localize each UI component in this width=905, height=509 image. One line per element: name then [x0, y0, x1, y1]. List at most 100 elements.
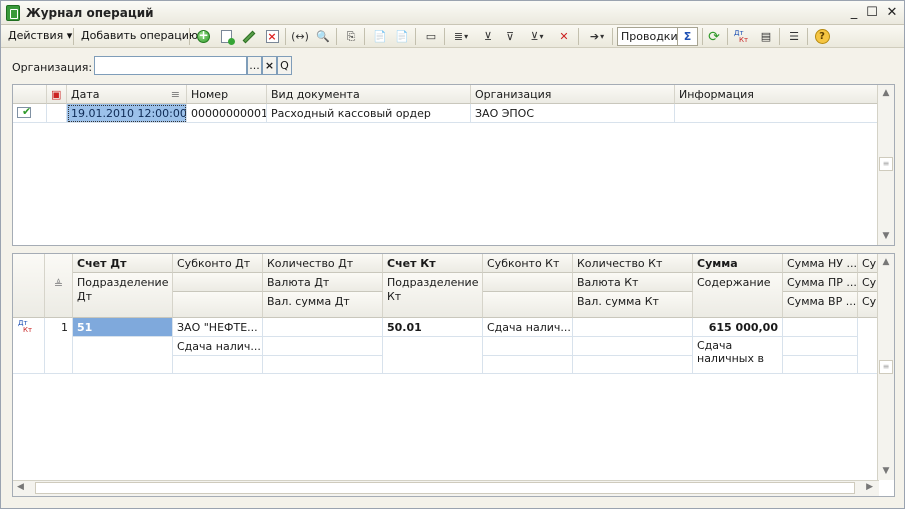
header-subconto-kt-3[interactable] [483, 292, 573, 318]
extra-cell[interactable] [858, 318, 879, 374]
column-header-organization[interactable]: Организация [471, 85, 675, 104]
subconto-kt-3-cell[interactable] [483, 356, 573, 374]
dt-division-cell[interactable] [73, 337, 173, 374]
date-cell[interactable]: 19.01.2010 12:00:00 [67, 104, 187, 123]
horizontal-scroll-thumb[interactable] [35, 482, 855, 494]
subconto-dt-2-cell[interactable]: Сдача налич... [173, 337, 263, 356]
filter-history-icon[interactable]: ⊻ [525, 28, 549, 45]
organization-input[interactable] [94, 56, 247, 75]
doc-type-cell[interactable]: Расходный кассовый ордер [267, 104, 471, 123]
header-subconto-dt-3[interactable] [173, 292, 263, 318]
clear-organization-button[interactable]: × [262, 56, 277, 75]
header-amount-nu[interactable]: Сумма НУ ... [783, 254, 858, 273]
organization-cell[interactable]: ЗАО ЭПОС [471, 104, 675, 123]
find-icon[interactable]: 🔍 [314, 28, 332, 45]
header-extra-3[interactable]: Су [858, 292, 879, 318]
column-header-doc-type[interactable]: Вид документа [267, 85, 471, 104]
dt-account-cell[interactable]: 51 [73, 318, 173, 337]
qty-dt-cell[interactable] [263, 318, 383, 337]
scroll-down-arrow[interactable]: ▼ [878, 228, 894, 245]
number-cell[interactable]: 00000000001 [187, 104, 267, 123]
help-icon[interactable]: ? [813, 28, 831, 45]
header-subconto-dt-2[interactable] [173, 273, 263, 292]
header-currency-dt[interactable]: Валюта Дт [263, 273, 383, 292]
close-button[interactable]: ✕ [883, 4, 901, 22]
posting-number-column-header[interactable]: ≜ [45, 254, 73, 318]
edit-icon[interactable] [240, 28, 258, 45]
column-header-number[interactable]: Номер [187, 85, 267, 104]
scroll-left-arrow[interactable]: ◀ [17, 482, 24, 492]
filter-value-icon[interactable]: ⊽ [501, 28, 519, 45]
report-icon[interactable]: ▤ [757, 28, 775, 45]
column-header-date[interactable]: Дата ≡ [67, 85, 187, 104]
document-post-icon[interactable]: 📄 [371, 28, 389, 45]
header-amount[interactable]: Сумма [693, 254, 783, 273]
refresh-icon[interactable]: ⟳ [705, 28, 723, 45]
header-cur-amount-kt[interactable]: Вал. сумма Кт [573, 292, 693, 318]
amount-vr-cell[interactable] [783, 356, 858, 374]
eraser-icon[interactable]: ▭ [422, 28, 440, 45]
header-subconto-kt[interactable]: Субконто Кт [483, 254, 573, 273]
journal-mark-column-header[interactable]: ▣ [47, 85, 67, 104]
header-subconto-dt[interactable]: Субконто Дт [173, 254, 263, 273]
scroll-thumb[interactable]: ≡ [879, 157, 893, 171]
scroll-thumb[interactable]: ≡ [879, 360, 893, 374]
header-qty-dt[interactable]: Количество Дт [263, 254, 383, 273]
minimize-button[interactable]: _ [845, 4, 863, 22]
go-to-icon[interactable]: ➔ [585, 28, 609, 45]
column-header-information[interactable]: Информация [675, 85, 879, 104]
header-dt-division[interactable]: Подразделение Дт [73, 273, 173, 318]
currency-kt-cell[interactable] [573, 337, 693, 356]
filter-off-icon[interactable]: ✕ [555, 28, 573, 45]
subconto-kt-cell[interactable]: Сдача налич... [483, 318, 573, 337]
cur-amount-dt-cell[interactable] [263, 356, 383, 374]
select-organization-button[interactable]: ... [247, 56, 262, 75]
information-cell[interactable] [675, 104, 879, 123]
amount-cell[interactable]: 615 000,00 [693, 318, 783, 337]
subconto-dt-3-cell[interactable] [173, 356, 263, 374]
kt-division-cell[interactable] [383, 337, 483, 374]
header-extra-1[interactable]: Су [858, 254, 879, 273]
header-content[interactable]: Содержание [693, 273, 783, 318]
scroll-up-arrow[interactable]: ▲ [878, 254, 894, 271]
header-currency-kt[interactable]: Валюта Кт [573, 273, 693, 292]
kt-account-cell[interactable]: 50.01 [383, 318, 483, 337]
copy-icon[interactable] [217, 28, 235, 45]
document-unpost-icon[interactable]: 📄 [393, 28, 411, 45]
add-icon[interactable] [194, 28, 212, 45]
search-organization-button[interactable]: Q [277, 56, 292, 75]
qty-kt-cell[interactable] [573, 318, 693, 337]
dt-kt-report-icon[interactable]: Дт Кт [732, 28, 750, 45]
header-kt-division[interactable]: Подразделение Кт [383, 273, 483, 318]
postings-vertical-scrollbar[interactable]: ▲ ≡ ▼ [877, 254, 894, 480]
currency-dt-cell[interactable] [263, 337, 383, 356]
add-operation-button[interactable]: Добавить операцию [81, 29, 198, 42]
subconto-kt-2-cell[interactable] [483, 337, 573, 356]
interval-icon[interactable]: (↔) [291, 28, 309, 45]
header-amount-pr[interactable]: Сумма ПР ... [783, 273, 858, 292]
header-amount-vr[interactable]: Сумма ВР ... [783, 292, 858, 318]
subconto-dt-cell[interactable]: ЗАО "НЕФТЕ... [173, 318, 263, 337]
actions-menu[interactable]: Действия ▾ [8, 29, 72, 42]
cur-amount-kt-cell[interactable] [573, 356, 693, 374]
header-dt-account[interactable]: Счет Дт [73, 254, 173, 273]
header-extra-2[interactable]: Су [858, 273, 879, 292]
delete-mark-icon[interactable]: × [263, 28, 281, 45]
sum-icon[interactable]: Σ [677, 27, 698, 46]
amount-nu-cell[interactable] [783, 318, 858, 337]
settings-list-icon[interactable]: ☰ [785, 28, 803, 45]
amount-pr-cell[interactable] [783, 337, 858, 356]
scroll-down-arrow[interactable]: ▼ [878, 463, 894, 480]
postings-horizontal-scrollbar[interactable]: ◀ ▶ [13, 480, 879, 496]
header-cur-amount-dt[interactable]: Вал. сумма Дт [263, 292, 383, 318]
structure-icon[interactable]: ≣ [449, 28, 473, 45]
journal-vertical-scrollbar[interactable]: ▲ ≡ ▼ [877, 85, 894, 245]
header-subconto-kt-2[interactable] [483, 273, 573, 292]
header-kt-account[interactable]: Счет Кт [383, 254, 483, 273]
post-doc-icon[interactable]: ⎘ [342, 28, 360, 45]
content-cell[interactable]: Сдача наличных в [693, 337, 783, 374]
header-qty-kt[interactable]: Количество Кт [573, 254, 693, 273]
scroll-up-arrow[interactable]: ▲ [878, 85, 894, 102]
maximize-button[interactable]: ☐ [863, 4, 881, 22]
postings-button[interactable]: Проводки [617, 27, 682, 46]
